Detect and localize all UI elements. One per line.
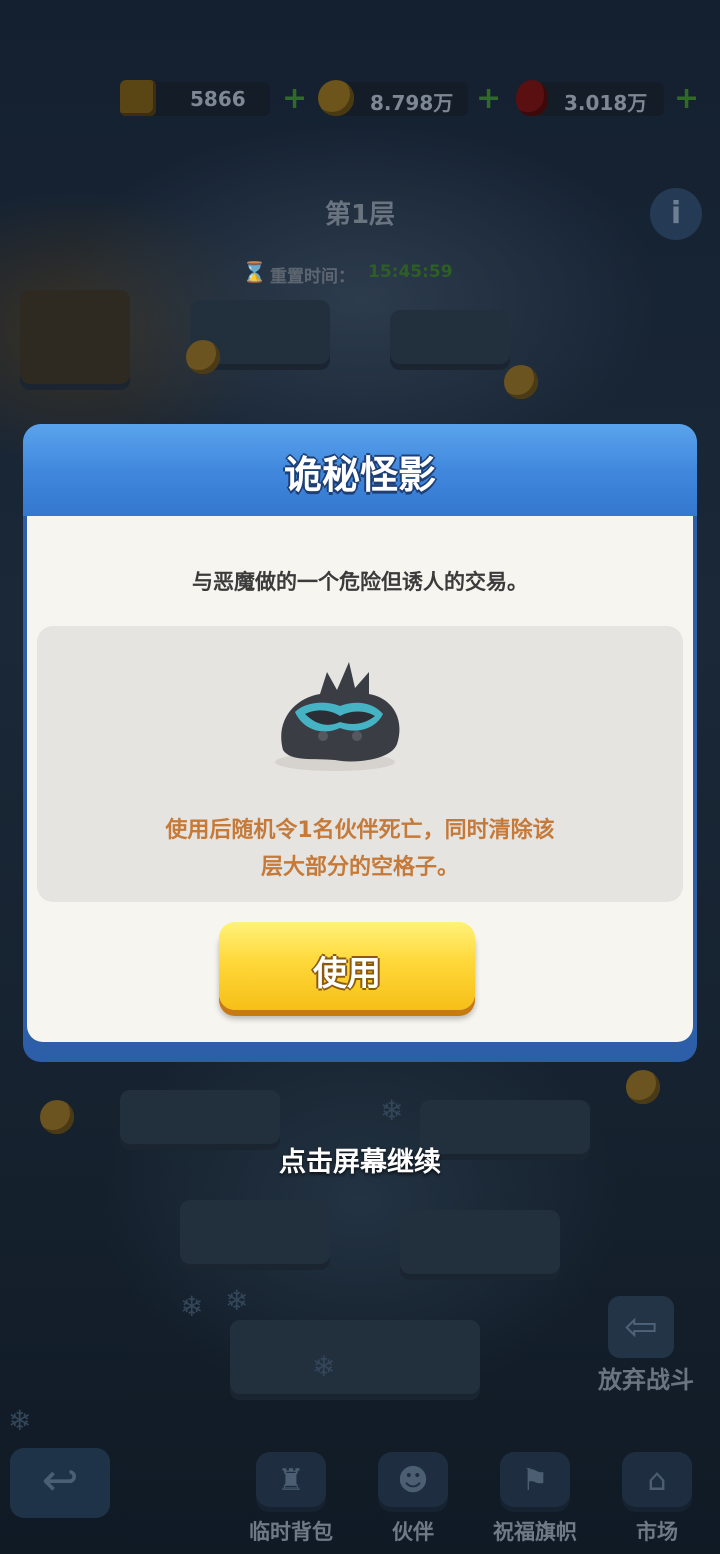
bag-icon: ♜ bbox=[256, 1452, 326, 1512]
nav-label: 临时背包 bbox=[249, 1520, 333, 1544]
snowflake-icon: ❄ bbox=[225, 1284, 249, 1317]
snowflake-icon: ❄ bbox=[312, 1350, 336, 1383]
bg-coin bbox=[504, 365, 538, 399]
partners-icon: ☻ bbox=[378, 1452, 448, 1512]
bg-coin bbox=[186, 340, 220, 374]
hourglass-icon: ⌛ bbox=[242, 260, 267, 284]
nav-partners[interactable]: ☻ 伙伴 bbox=[358, 1452, 468, 1548]
add-blocks-button[interactable]: + bbox=[282, 84, 307, 114]
item-effect: 使用后随机令1名伙伴死亡，同时清除该 层大部分的空格子。 bbox=[37, 812, 683, 886]
dialog-body: 与恶魔做的一个危险但诱人的交易。 使用后随机令1名伙伴死亡，同时清除该 层大部分… bbox=[27, 516, 693, 1042]
red-gem-icon bbox=[516, 80, 548, 116]
use-button-label: 使用 bbox=[313, 954, 381, 994]
effect-line-1: 使用后随机令1名伙伴死亡，同时清除该 bbox=[165, 818, 555, 843]
snowflake-icon: ❄ bbox=[180, 1290, 204, 1323]
use-button[interactable]: 使用 bbox=[219, 922, 475, 1010]
bg-stone bbox=[180, 1200, 330, 1270]
reset-label: 重置时间： bbox=[270, 267, 355, 287]
reset-time: 15:45:59 bbox=[368, 262, 453, 282]
add-gems-button[interactable]: + bbox=[674, 84, 699, 114]
snowflake-icon: ❄ bbox=[8, 1404, 32, 1437]
bg-coin bbox=[40, 1100, 74, 1134]
bg-stone bbox=[390, 310, 510, 370]
coins-value: 8.798万 bbox=[370, 91, 454, 115]
dialog-header: 诡秘怪影 bbox=[23, 424, 697, 516]
market-icon: ⌂ bbox=[622, 1452, 692, 1512]
abandon-battle-button[interactable]: ⇦ 放弃战斗 bbox=[584, 1296, 708, 1396]
nav-blessing-banner[interactable]: ⚑ 祝福旗帜 bbox=[480, 1452, 590, 1548]
add-coins-button[interactable]: + bbox=[476, 84, 501, 114]
resource-coins: 8.798万 + bbox=[318, 78, 508, 120]
blocks-value: 5866 bbox=[190, 87, 246, 111]
item-panel: 使用后随机令1名伙伴死亡，同时清除该 层大部分的空格子。 bbox=[37, 626, 683, 902]
tap-to-continue-hint: 点击屏幕继续 bbox=[279, 1147, 441, 1178]
floor-title: 第1层 bbox=[324, 200, 396, 230]
nav-market[interactable]: ⌂ 市场 bbox=[602, 1452, 712, 1548]
nav-label: 祝福旗帜 bbox=[493, 1520, 577, 1544]
nav-temp-bag[interactable]: ♜ 临时背包 bbox=[236, 1452, 346, 1548]
gems-value: 3.018万 bbox=[564, 91, 648, 115]
exit-door-icon: ⇦ bbox=[608, 1296, 674, 1358]
shadow-creature-icon bbox=[275, 662, 400, 771]
info-button[interactable]: i bbox=[650, 188, 702, 240]
gold-block-icon bbox=[120, 80, 156, 116]
back-arrow-icon: ↩ bbox=[41, 1455, 79, 1506]
bg-stone bbox=[400, 1210, 560, 1280]
nav-label: 市场 bbox=[636, 1520, 678, 1544]
bg-chest bbox=[20, 290, 130, 390]
item-dialog: 诡秘怪影 与恶魔做的一个危险但诱人的交易。 使用后随机令1名伙伴死亡，同时清除该… bbox=[23, 424, 697, 1062]
dialog-title: 诡秘怪影 bbox=[283, 453, 436, 497]
nav-label: 伙伴 bbox=[392, 1520, 434, 1544]
gold-coin-icon bbox=[318, 80, 354, 116]
item-description: 与恶魔做的一个危险但诱人的交易。 bbox=[192, 570, 528, 594]
resource-gems: 3.018万 + bbox=[514, 78, 704, 120]
banner-icon: ⚑ bbox=[500, 1452, 570, 1512]
bg-coin bbox=[626, 1070, 660, 1104]
resource-blocks: 5866 + bbox=[120, 78, 310, 120]
back-arrow-button[interactable]: ↩ bbox=[10, 1448, 110, 1518]
bg-stone bbox=[230, 1320, 480, 1400]
abandon-label: 放弃战斗 bbox=[598, 1366, 694, 1394]
snowflake-icon: ❄ bbox=[380, 1094, 404, 1127]
effect-line-2: 层大部分的空格子。 bbox=[260, 855, 459, 880]
resource-bar: 5866 + 8.798万 + 3.018万 + bbox=[0, 78, 720, 120]
